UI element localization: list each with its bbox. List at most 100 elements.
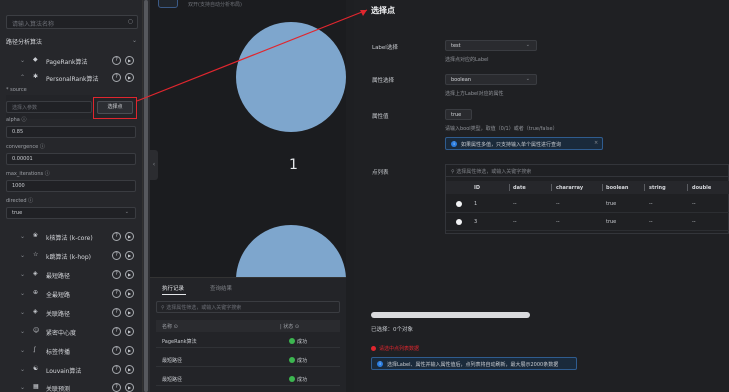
cell-double: -- — [692, 219, 696, 225]
col-double[interactable]: double — [692, 185, 711, 191]
label-hint: 选择点对应的Label — [445, 57, 489, 63]
col-chararray[interactable]: chararray — [556, 185, 583, 191]
closeness-icon: ☺ — [33, 327, 40, 334]
algorithm-item-label-propagation[interactable]: ⌄ ∫ 标签传播 ? ▶ — [0, 344, 143, 358]
close-icon[interactable]: × — [594, 140, 598, 146]
algorithm-item-shortest-path[interactable]: ⌄ ◈ 最短路径 ? ▶ — [0, 268, 143, 282]
help-icon[interactable]: ? — [112, 346, 121, 355]
algorithm-item-personalrank[interactable]: ⌃ ✱ PersonalRank算法 ? ▶ — [0, 71, 143, 85]
run-icon[interactable]: ▶ — [125, 232, 134, 241]
algorithm-item-khop[interactable]: ⌄ ☆ k跳算法 (k-hop) ? ▶ — [0, 249, 143, 263]
cell-date: -- — [513, 219, 517, 225]
section-path-analysis[interactable]: 路径分析算法 ⌄ — [6, 37, 137, 46]
label-propagation-icon: ∫ — [33, 346, 37, 353]
algorithm-search-placeholder: 请输入算法名称 — [12, 21, 55, 28]
execution-panel: 执行记录 查询结果 ⚲ 选择属性筛选，或输入关键字搜索 名称 ⊙ | 状态 ⊙ … — [150, 277, 346, 392]
help-icon[interactable]: ? — [112, 270, 121, 279]
app-root: 请输入算法名称 ○ 路径分析算法 ⌄ ⌄ ◆ PageRank算法 ? ▶ ⌃ … — [0, 0, 729, 392]
chevron-right-icon: ⌄ — [20, 252, 26, 259]
related-path-icon: ◈ — [33, 308, 38, 315]
algorithm-item-all-shortest-path[interactable]: ⌄ ⊕ 全最短路 ? ▶ — [0, 287, 143, 301]
source-input[interactable]: 选择入参数 — [6, 101, 92, 113]
algorithm-name: Louvain算法 — [46, 368, 82, 375]
help-icon[interactable]: ? — [112, 56, 121, 65]
source-label: * source — [6, 87, 27, 93]
property-select[interactable]: boolean ⌄ — [445, 74, 537, 85]
graph-node[interactable] — [236, 225, 346, 277]
row-radio[interactable] — [456, 219, 462, 225]
success-status-icon — [289, 376, 295, 382]
table-row[interactable]: 3 -- -- true -- -- — [446, 215, 729, 231]
algorithm-item-louvain[interactable]: ⌄ ☯ Louvain算法 ? ▶ — [0, 363, 143, 377]
graph-canvas[interactable]: 双开(支持自动分析布局) 1 — [150, 0, 346, 277]
sidebar-scrollbar[interactable] — [143, 0, 150, 392]
convergence-input[interactable]: 0.00001 — [6, 153, 136, 165]
select-node-dialog: 选择点 Label选择 test ⌄ 选择点对应的Label 属性选择 bool… — [354, 0, 729, 392]
run-icon[interactable]: ▶ — [125, 308, 134, 317]
filter-icon: ⊙ — [173, 324, 178, 330]
execution-search-input[interactable]: ⚲ 选择属性筛选，或输入关键字搜索 — [156, 301, 340, 313]
max-iterations-input[interactable]: 1000 — [6, 180, 136, 192]
algorithm-item-closeness[interactable]: ⌄ ☺ 紧密中心度 ? ▶ — [0, 325, 143, 339]
help-icon[interactable]: ? — [112, 73, 121, 82]
layout-toggle-button[interactable] — [158, 0, 178, 8]
table-row[interactable]: 最短路径 成功 — [156, 353, 340, 367]
run-icon[interactable]: ▶ — [125, 56, 134, 65]
algorithm-item-kcore[interactable]: ⌄ ❀ k核算法 (k-core) ? ▶ — [0, 230, 143, 244]
run-icon[interactable]: ▶ — [125, 365, 134, 374]
col-boolean[interactable]: boolean — [606, 185, 629, 191]
algorithm-item-link-prediction[interactable]: ⌄ ▦ 关联预测 ? ▶ — [0, 381, 143, 392]
property-value-input[interactable]: true — [445, 109, 472, 120]
cell-date: -- — [513, 201, 517, 207]
help-icon[interactable]: ? — [112, 308, 121, 317]
run-icon[interactable]: ▶ — [125, 327, 134, 336]
algorithm-item-related-path[interactable]: ⌄ ◈ 关联路径 ? ▶ — [0, 306, 143, 320]
col-string[interactable]: string — [649, 185, 666, 191]
table-row[interactable]: 1 -- -- true -- -- — [446, 197, 729, 213]
algorithm-name: 关联路径 — [46, 311, 71, 318]
node-list-search-input[interactable]: ⚲ 选择属性筛选，或输入关键字搜索 — [446, 165, 729, 177]
help-icon[interactable]: ? — [112, 383, 121, 392]
directed-label: directed ⓘ — [6, 198, 34, 204]
help-icon[interactable]: ? — [112, 327, 121, 336]
select-node-highlight — [93, 97, 137, 119]
algorithm-item-pagerank[interactable]: ⌄ ◆ PageRank算法 ? ▶ — [0, 54, 143, 68]
col-status[interactable]: | 状态 ⊙ — [280, 323, 299, 330]
tab-execution-records[interactable]: 执行记录 — [162, 284, 184, 292]
success-status-icon — [289, 338, 295, 344]
help-icon[interactable]: ? — [112, 365, 121, 374]
all-shortest-path-icon: ⊕ — [33, 289, 39, 296]
help-icon[interactable]: ? — [112, 289, 121, 298]
shortest-path-icon: ◈ — [33, 270, 38, 277]
scrollbar-thumb[interactable] — [144, 0, 148, 392]
tab-query-results[interactable]: 查询结果 — [210, 284, 232, 292]
graph-node[interactable] — [236, 22, 346, 132]
run-icon[interactable]: ▶ — [125, 383, 134, 392]
col-id[interactable]: ID — [474, 185, 480, 191]
horizontal-scrollbar[interactable] — [371, 312, 530, 318]
table-row[interactable]: PageRank算法 成功 — [156, 334, 340, 348]
chevron-down-icon: ⌄ — [525, 42, 530, 48]
label-select[interactable]: test ⌄ — [445, 40, 537, 51]
collapse-sidebar-button[interactable]: ‹ — [150, 150, 158, 180]
pagerank-icon: ◆ — [33, 56, 38, 63]
run-icon[interactable]: ▶ — [125, 289, 134, 298]
property-value-hint: 请输入bool类型，取值（0/1）或者（true/false） — [445, 126, 558, 132]
alpha-label: alpha ⓘ — [6, 117, 27, 123]
run-icon[interactable]: ▶ — [125, 251, 134, 260]
run-icon[interactable]: ▶ — [125, 270, 134, 279]
help-icon[interactable]: ? — [112, 232, 121, 241]
directed-select[interactable]: true ⌄ — [6, 207, 136, 219]
chevron-right-icon: ⌄ — [20, 328, 26, 335]
help-icon: ⓘ — [44, 171, 50, 177]
row-radio[interactable] — [456, 201, 462, 207]
chevron-right-icon: ⌄ — [20, 57, 26, 64]
help-icon[interactable]: ? — [112, 251, 121, 260]
col-date[interactable]: date — [513, 185, 526, 191]
run-icon[interactable]: ▶ — [125, 346, 134, 355]
alpha-input[interactable]: 0.85 — [6, 126, 136, 138]
table-row[interactable]: 最短路径 成功 — [156, 372, 340, 386]
algorithm-search-input[interactable]: 请输入算法名称 ○ — [6, 15, 138, 29]
run-icon[interactable]: ▶ — [125, 73, 134, 82]
col-name[interactable]: 名称 ⊙ — [162, 323, 178, 330]
